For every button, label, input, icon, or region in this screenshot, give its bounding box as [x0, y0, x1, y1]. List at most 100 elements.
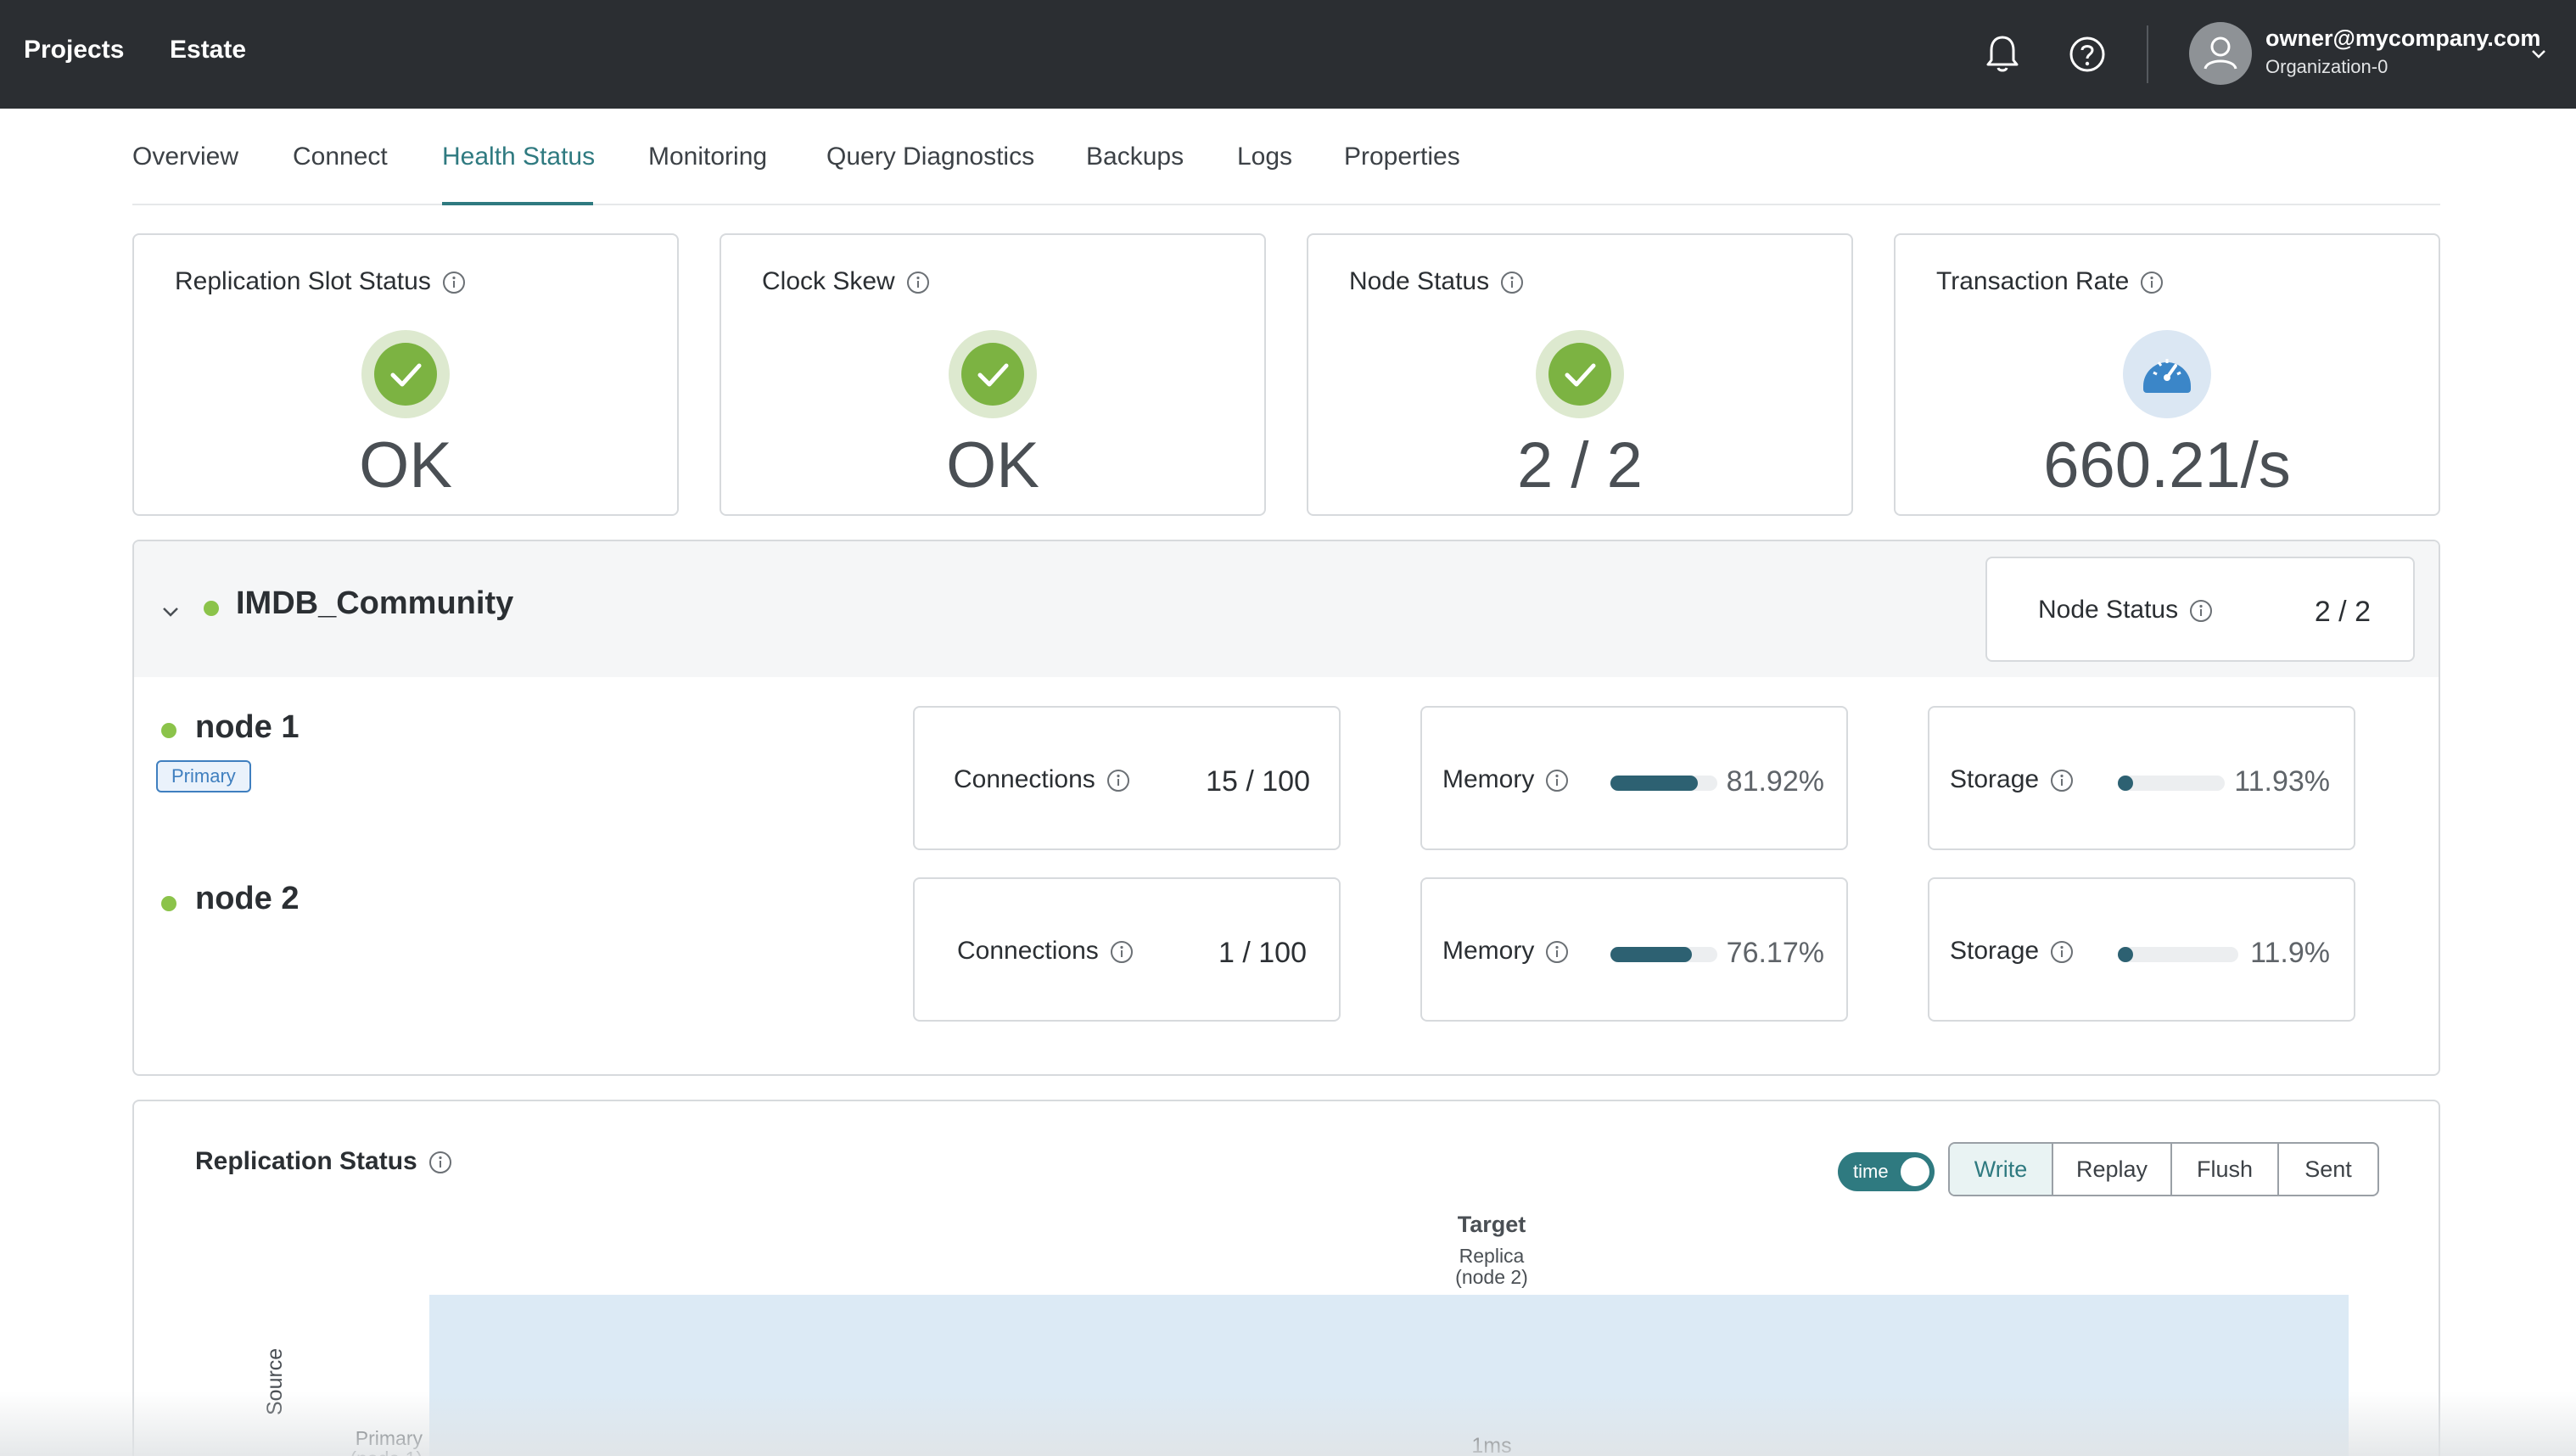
metric-label: Storage [1950, 937, 2040, 965]
tab-properties[interactable]: Properties [1344, 143, 1460, 171]
memory-bar [1610, 776, 1717, 791]
info-icon[interactable] [1544, 939, 1570, 965]
segment-flush[interactable]: Flush [2172, 1144, 2279, 1195]
tab-health-status[interactable]: Health Status [442, 143, 595, 171]
status-ok-badge [949, 330, 1037, 418]
node-status-label: Node Status [2038, 596, 2179, 624]
node2-storage-box: Storage 11.9% [1928, 877, 2355, 1022]
heatmap-cell [429, 1295, 2349, 1456]
info-icon[interactable] [905, 270, 931, 295]
nav-estate-link[interactable]: Estate [170, 36, 246, 64]
check-icon [1565, 363, 1596, 387]
info-icon[interactable] [428, 1150, 453, 1175]
node1-memory-box: Memory 81.92% [1420, 706, 1848, 850]
tab-bar: Overview Connect Health Status Monitorin… [132, 109, 2440, 205]
primary-badge: Primary [156, 760, 251, 792]
column-label: Replica (node 2) [1455, 1245, 1528, 1288]
cluster-status-dot [204, 601, 219, 616]
metric-label: Memory [1442, 765, 1535, 793]
heatmap-cell-value: 1ms [1471, 1434, 1512, 1456]
node-name: node 1 [195, 709, 300, 745]
node2-connections-box: Connections 1 / 100 [913, 877, 1341, 1022]
info-icon[interactable] [1499, 270, 1525, 295]
toggle-label: time [1853, 1161, 1889, 1182]
bell-icon[interactable] [1977, 29, 2028, 80]
node-status-card: Node Status 2 / 2 [1307, 233, 1853, 516]
cluster-header[interactable]: IMDB_Community Node Status 2 / 2 [134, 541, 2439, 677]
cluster-name: IMDB_Community [236, 585, 514, 621]
segment-sent[interactable]: Sent [2279, 1144, 2377, 1195]
connections-value: 1 / 100 [1218, 937, 1307, 969]
card-value: OK [359, 429, 452, 501]
info-icon[interactable] [1109, 939, 1134, 965]
card-title: Clock Skew [762, 267, 895, 295]
time-toggle[interactable]: time [1838, 1152, 1935, 1191]
tab-connect[interactable]: Connect [293, 143, 388, 171]
nav-projects-link[interactable]: Projects [24, 36, 124, 64]
node-status-dot [161, 723, 176, 738]
tab-logs[interactable]: Logs [1237, 143, 1292, 171]
user-organization: Organization-0 [2265, 56, 2388, 77]
toggle-knob [1901, 1157, 1929, 1186]
memory-value: 81.92% [1726, 765, 1824, 798]
card-value: 660.21/s [2043, 429, 2291, 501]
node-name: node 2 [195, 881, 300, 916]
metric-segmented-control: Write Replay Flush Sent [1948, 1142, 2379, 1196]
connections-value: 15 / 100 [1206, 765, 1310, 798]
help-icon[interactable] [2062, 29, 2113, 80]
info-icon[interactable] [1106, 768, 1131, 793]
avatar[interactable] [2189, 22, 2252, 85]
memory-bar [1610, 947, 1717, 962]
replication-slot-status-card: Replication Slot Status OK [132, 233, 679, 516]
info-icon[interactable] [2049, 939, 2075, 965]
cluster-node-status: Node Status 2 / 2 [1985, 557, 2415, 662]
clock-skew-card: Clock Skew OK [720, 233, 1266, 516]
card-value: 2 / 2 [1517, 429, 1643, 501]
storage-bar [2118, 947, 2238, 962]
metric-label: Connections [957, 937, 1099, 965]
tab-monitoring[interactable]: Monitoring [648, 143, 767, 171]
storage-bar-fill [2118, 776, 2133, 791]
cluster-panel: IMDB_Community Node Status 2 / 2 node 1 … [132, 540, 2440, 1076]
chevron-down-icon[interactable] [2527, 42, 2551, 66]
metric-label: Storage [1950, 765, 2040, 793]
node1-storage-box: Storage 11.93% [1928, 706, 2355, 850]
storage-value: 11.9% [2250, 937, 2330, 969]
tab-overview[interactable]: Overview [132, 143, 238, 171]
metric-label: Memory [1442, 937, 1535, 965]
node-status-value: 2 / 2 [2314, 596, 2371, 628]
user-icon [2204, 36, 2237, 70]
info-icon[interactable] [2188, 598, 2214, 624]
info-icon[interactable] [1544, 768, 1570, 793]
card-title: Transaction Rate [1936, 267, 2130, 295]
storage-value: 11.93% [2234, 765, 2330, 798]
info-icon[interactable] [2049, 768, 2075, 793]
active-tab-indicator [442, 202, 593, 205]
user-email[interactable]: owner@mycompany.com [2265, 25, 2540, 52]
storage-bar-fill [2118, 947, 2133, 962]
tab-backups[interactable]: Backups [1086, 143, 1184, 171]
memory-value: 76.17% [1726, 937, 1824, 969]
check-icon [390, 363, 422, 387]
top-bar: Projects Estate owner@mycompany.com Orga… [0, 0, 2576, 109]
topbar-divider [2147, 25, 2148, 83]
metric-label: Connections [954, 765, 1095, 793]
card-title: Replication Slot Status [175, 267, 431, 295]
node2-memory-box: Memory 76.17% [1420, 877, 1848, 1022]
info-icon[interactable] [2139, 270, 2164, 295]
memory-bar-fill [1610, 776, 1698, 791]
status-ok-badge [361, 330, 450, 418]
chevron-down-icon[interactable] [160, 601, 182, 623]
card-value: OK [946, 429, 1039, 501]
segment-write[interactable]: Write [1950, 1144, 2053, 1195]
row-label: Primary (node 1) [350, 1427, 423, 1456]
storage-bar [2118, 776, 2225, 791]
segment-replay[interactable]: Replay [2053, 1144, 2172, 1195]
tab-query-diagnostics[interactable]: Query Diagnostics [826, 143, 1034, 171]
rate-badge [2123, 330, 2211, 418]
node-status-dot [161, 896, 176, 911]
replication-status-panel: Replication Status time Write Replay Flu… [132, 1100, 2440, 1456]
check-icon [977, 363, 1009, 387]
chart-title: Target [1457, 1212, 1526, 1237]
info-icon[interactable] [441, 270, 467, 295]
